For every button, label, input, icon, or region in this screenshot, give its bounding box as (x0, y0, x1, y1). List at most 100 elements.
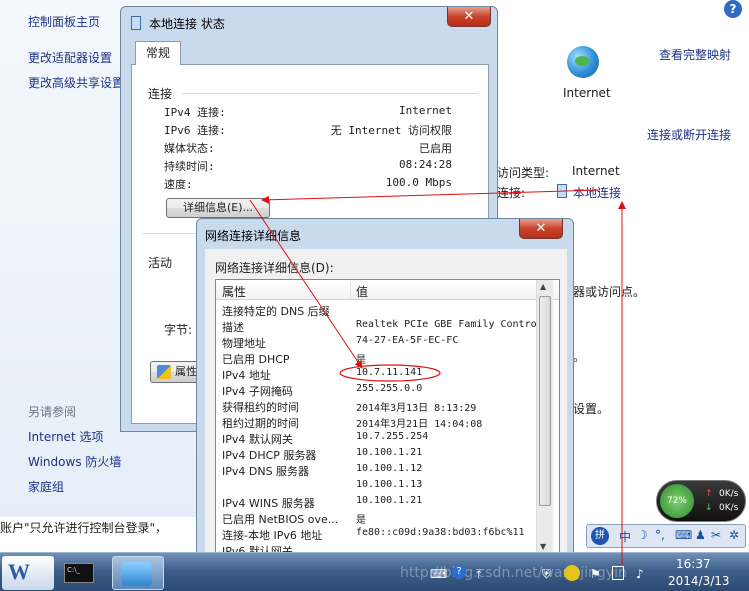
change-adapter-settings-link[interactable]: 更改适配器设置 (28, 49, 112, 66)
details-row[interactable]: 描述 Realtek PCIe GBE Family Controller (216, 318, 538, 334)
background-text-line: 账户"只允许进行控制台登录"， (0, 521, 168, 535)
ipv6-connectivity-value: 无 Internet 访问权限 (330, 124, 452, 137)
clock-date[interactable]: 2014/3/13 (668, 574, 730, 588)
advanced-sharing-settings-link[interactable]: 更改高级共享设置 (28, 74, 124, 91)
homegroup-link[interactable]: 家庭组 (28, 478, 64, 495)
details-row[interactable]: IPv4 默认网关 10.7.255.254 (216, 430, 536, 446)
details-row[interactable]: 10.100.1.13 (216, 478, 536, 494)
vertical-scrollbar[interactable]: ▲ ▼ (536, 280, 553, 554)
details-value: 10.100.1.21 (356, 495, 423, 506)
control-panel-home-link[interactable]: 控制面板主页 (28, 13, 100, 30)
property-column-header[interactable]: 属性 (222, 283, 246, 300)
help-tray-icon[interactable]: ? (452, 565, 466, 579)
control-panel-app-icon (122, 562, 152, 586)
tab-general[interactable]: 常规 (135, 41, 181, 65)
download-arrow-icon: ↓ (705, 503, 713, 513)
upload-speed: 0K/s (719, 489, 739, 499)
internet-options-link[interactable]: Internet 选项 (28, 428, 103, 445)
network-meter-gadget[interactable]: 72% ↑ 0K/s ↓ 0K/s (656, 480, 746, 522)
local-connection-link[interactable]: 本地连接 (573, 184, 621, 201)
keyboard-tray-icon[interactable]: ⌨ (430, 567, 447, 581)
details-property: IPv4 地址 (222, 369, 271, 382)
details-property: IPv4 DNS 服务器 (222, 465, 310, 478)
details-value: 255.255.0.0 (356, 383, 423, 394)
user-icon[interactable]: ♟ (695, 528, 706, 542)
status-close-button[interactable]: ✕ (447, 7, 491, 27)
details-value: 10.7.11.141 (356, 367, 423, 378)
details-row[interactable]: 物理地址 74-27-EA-5F-EC-FC (216, 334, 536, 350)
see-also-heading: 另请参阅 (28, 405, 77, 419)
duration-value: 08:24:28 (399, 158, 452, 171)
security-shield-tray-icon[interactable]: ⛨ (542, 567, 551, 582)
scroll-thumb[interactable] (539, 296, 551, 506)
details-list-view[interactable]: 属性 值 连接特定的 DNS 后缀 描述 Realtek PCIe GBE Fami… (215, 279, 560, 555)
details-row[interactable]: IPv4 地址 10.7.11.141 (216, 366, 536, 382)
half-width-icon[interactable]: ☽ (637, 528, 648, 542)
properties-button[interactable]: 属性 (150, 361, 202, 383)
partial-text-access-point: 器或访问点。 (573, 285, 646, 299)
list-header: 属性 值 (216, 280, 559, 300)
cmd-taskbar-button[interactable]: C:\_ (56, 556, 108, 590)
help-icon[interactable]: ? (724, 0, 742, 18)
details-row[interactable]: IPv4 DHCP 服务器 10.100.1.21 (216, 446, 536, 462)
windows-firewall-link[interactable]: Windows 防火墙 (28, 453, 121, 470)
partial-text-settings: 设置。 (573, 402, 610, 416)
scroll-down-arrow-icon[interactable]: ▼ (540, 542, 546, 551)
download-speed: 0K/s (719, 503, 739, 513)
taskbar: W C:\_ http://blog.csdn.net/wangjingyin … (0, 552, 749, 591)
details-value: fe80::c09d:9a38:bd03:f6bc%11 (356, 527, 525, 538)
details-property: IPv4 子网掩码 (222, 385, 293, 398)
connect-disconnect-link[interactable]: 连接或断开连接 (647, 126, 731, 143)
ime-toolbar[interactable]: 拼 中 ☽ °, ⌨ ♟ ✂ ✲ (586, 524, 746, 548)
settings-gear-icon[interactable]: ✲ (729, 528, 739, 542)
flag-tray-icon[interactable]: ⚑ (590, 567, 601, 581)
ipv4-connectivity-label: IPv4 连接: (164, 106, 226, 119)
details-row[interactable]: 租约过期的时间 2014年3月21日 14:04:08 (216, 414, 536, 430)
details-row[interactable]: 连接-本地 IPv6 地址 fe80::c09d:9a38:bd03:f6bc%1… (216, 526, 536, 542)
volume-tray-icon[interactable]: ♪ (636, 567, 644, 581)
details-property: 连接特定的 DNS 后缀 (222, 305, 330, 318)
column-divider[interactable] (350, 282, 351, 298)
ime-logo-icon[interactable]: 拼 (591, 527, 609, 545)
word-taskbar-button[interactable]: W (2, 556, 54, 590)
keyboard-icon[interactable]: ⌨ (675, 528, 692, 542)
details-property: 物理地址 (222, 337, 266, 350)
ime-mode-label[interactable]: 中 (619, 528, 631, 545)
clock-time[interactable]: 16:37 (676, 557, 711, 571)
app-tray-icon[interactable] (564, 565, 580, 581)
value-column-header[interactable]: 值 (356, 283, 368, 300)
details-button[interactable]: 详细信息(E)... (166, 198, 270, 218)
details-value: 10.100.1.13 (356, 479, 423, 490)
scroll-up-arrow-icon[interactable]: ▲ (540, 282, 546, 291)
details-value: 10.100.1.21 (356, 447, 423, 458)
speed-label: 速度: (164, 178, 193, 191)
details-row[interactable]: 已启用 NetBIOS ove... 是 (216, 510, 536, 526)
network-tray-icon[interactable] (612, 566, 624, 580)
network-adapter-icon (557, 184, 567, 198)
tools-icon[interactable]: ✂ (711, 528, 721, 542)
details-value: 2014年3月21日 14:04:08 (356, 419, 483, 430)
view-full-map-link[interactable]: 查看完整映射 (659, 46, 731, 63)
network-connection-details-window: 网络连接详细信息 ✕ 网络连接详细信息(D): 属性 值 连接特定的 DNS 后… (196, 218, 574, 555)
details-row[interactable]: 已启用 DHCP 是 (216, 350, 536, 366)
details-property: 已启用 DHCP (222, 353, 290, 366)
internet-globe-icon (567, 46, 599, 78)
details-value: 10.7.255.254 (356, 431, 429, 442)
details-row[interactable]: IPv4 WINS 服务器 10.100.1.21 (216, 494, 536, 510)
word-app-icon: W (8, 559, 30, 584)
details-value: 是 (356, 515, 366, 526)
details-row[interactable]: 获得租约的时间 2014年3月13日 8:13:29 (216, 398, 536, 414)
details-row[interactable]: IPv4 DNS 服务器 10.100.1.12 (216, 462, 536, 478)
details-row[interactable]: IPv4 子网掩码 255.255.0.0 (216, 382, 536, 398)
details-close-button[interactable]: ✕ (519, 219, 563, 239)
details-property: IPv4 DHCP 服务器 (222, 449, 317, 462)
punctuation-icon[interactable]: °, (655, 528, 665, 542)
details-window-body: 网络连接详细信息(D): 属性 值 连接特定的 DNS 后缀 描述 Realtek … (205, 249, 567, 555)
pin-tray-icon[interactable]: ⤒ (476, 567, 481, 582)
speed-value: 100.0 Mbps (385, 176, 452, 189)
activity-group-label: 活动 (148, 256, 173, 270)
details-property: IPv4 默认网关 (222, 433, 293, 446)
details-row[interactable]: 连接特定的 DNS 后缀 (216, 302, 536, 318)
control-panel-taskbar-button[interactable] (112, 556, 164, 590)
internet-label: Internet (563, 86, 611, 100)
